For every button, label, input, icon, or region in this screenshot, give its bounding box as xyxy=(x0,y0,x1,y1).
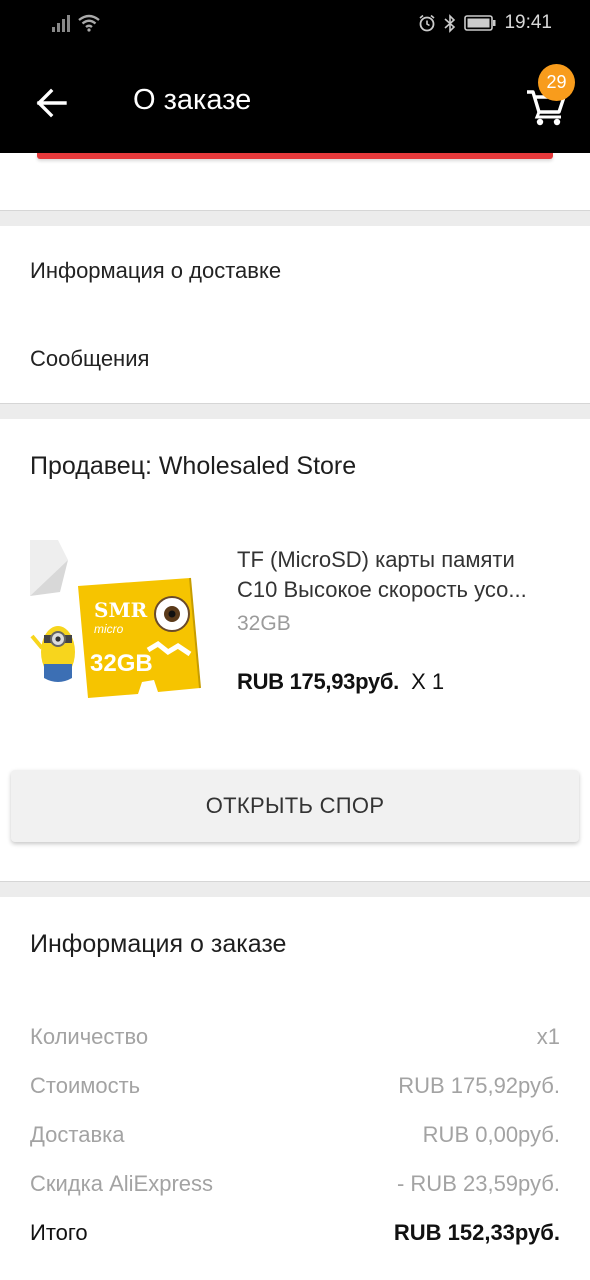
product-image[interactable]: SMR micro 32GB xyxy=(30,540,212,722)
section-divider xyxy=(0,210,590,226)
product-image-brand: SMR xyxy=(94,598,148,622)
cart-count-badge: 29 xyxy=(538,64,575,101)
back-button[interactable] xyxy=(28,80,74,126)
alarm-icon xyxy=(419,14,435,32)
product-name-line2[interactable]: C10 Высокое скорость усо... xyxy=(237,575,567,605)
info-label: Скидка AliExpress xyxy=(30,1171,214,1196)
product-image-capacity: 32GB xyxy=(90,650,153,677)
order-info-row-discount: Скидка AliExpress - RUB 23,59руб. xyxy=(30,1171,560,1197)
status-banner-edge xyxy=(37,153,553,159)
status-right: 19:41 xyxy=(418,12,552,34)
messages-link[interactable]: Сообщения xyxy=(30,346,149,372)
open-dispute-button[interactable]: ОТКРЫТЬ СПОР xyxy=(11,770,579,842)
section-divider xyxy=(0,403,590,419)
section-divider xyxy=(0,881,590,897)
order-info-title: Информация о заказе xyxy=(30,930,287,958)
product-price-row: RUB 175,93руб. X 1 xyxy=(237,669,444,695)
info-value: RUB 0,00руб. xyxy=(422,1122,560,1147)
status-time: 19:41 xyxy=(504,12,552,33)
product-price: RUB 175,93руб. xyxy=(237,669,399,694)
bluetooth-icon xyxy=(444,13,456,33)
total-value: RUB 152,33руб. xyxy=(393,1220,560,1245)
order-info-row-cost: Стоимость RUB 175,92руб. xyxy=(30,1073,560,1099)
info-label: Доставка xyxy=(30,1122,125,1147)
app-bar: О заказе 29 xyxy=(0,50,590,153)
total-label: Итого xyxy=(30,1220,88,1245)
info-value: RUB 175,92руб. xyxy=(398,1073,560,1098)
order-info-row-total: Итого RUB 152,33руб. xyxy=(30,1220,560,1246)
info-value: x1 xyxy=(536,1024,560,1049)
signal-icon xyxy=(52,15,70,32)
product-variant: 32GB xyxy=(237,612,291,635)
info-label: Стоимость xyxy=(30,1073,141,1098)
battery-icon xyxy=(464,15,496,31)
delivery-info-link[interactable]: Информация о доставке xyxy=(30,258,281,284)
order-info-row-shipping: Доставка RUB 0,00руб. xyxy=(30,1122,560,1148)
arrow-left-icon xyxy=(36,88,67,118)
product-name-line1[interactable]: TF (MicroSD) карты памяти xyxy=(237,545,567,575)
page-title: О заказе xyxy=(133,84,252,116)
wifi-icon xyxy=(78,14,100,32)
seller-name[interactable]: Продавец: Wholesaled Store xyxy=(30,452,356,481)
info-value: - RUB 23,59руб. xyxy=(396,1171,560,1196)
info-label: Количество xyxy=(30,1024,149,1049)
status-bar: 19:41 xyxy=(0,0,590,50)
order-info-row-quantity: Количество x1 xyxy=(30,1024,560,1050)
status-left xyxy=(52,14,100,32)
product-quantity: X 1 xyxy=(411,669,445,694)
product-image-type: micro xyxy=(94,622,124,636)
